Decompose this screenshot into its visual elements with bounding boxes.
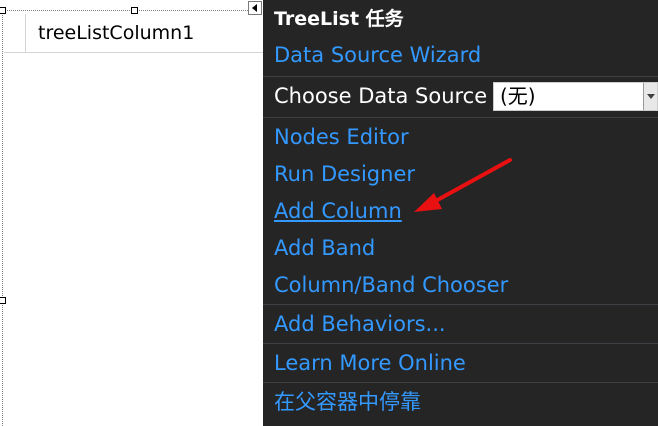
row-dock-in-parent: 在父容器中停靠 [263,382,658,420]
nodes-editor-link[interactable]: Nodes Editor [274,118,409,156]
learn-more-online-link[interactable]: Learn More Online [274,344,466,382]
smart-tag-button[interactable] [248,1,262,15]
row-nodes-editor: Nodes Editor [263,117,658,155]
data-source-select[interactable]: (无) [493,82,658,111]
data-source-wizard-link[interactable]: Data Source Wizard [274,36,481,74]
row-learn-more-online: Learn More Online [263,343,658,381]
row-indicator-header [4,14,26,52]
row-run-designer: Run Designer [263,155,658,193]
run-designer-link[interactable]: Run Designer [274,155,415,193]
row-data-source-wizard: Data Source Wizard [263,36,658,74]
row-add-behaviors: Add Behaviors... [263,304,658,342]
add-column-link[interactable]: Add Column [274,192,402,230]
treelist-designer-surface[interactable]: treeListColumn1 [0,0,266,426]
resize-handle-top-left[interactable] [0,7,6,14]
column-header-treelistcolumn1[interactable]: treeListColumn1 [38,14,194,52]
treelist-column-header-row: treeListColumn1 [4,14,266,53]
column-band-chooser-link[interactable]: Column/Band Chooser [274,266,508,304]
add-behaviors-link[interactable]: Add Behaviors... [274,305,446,343]
dock-in-parent-link[interactable]: 在父容器中停靠 [274,383,421,421]
add-band-link[interactable]: Add Band [274,229,375,267]
panel-title: TreeList 任务 [274,8,404,30]
treelist-tasks-panel: TreeList 任务 Data Source Wizard Choose Da… [263,0,658,426]
resize-handle-middle-left[interactable] [0,297,6,304]
choose-data-source-label: Choose Data Source [274,84,488,108]
row-column-band-chooser: Column/Band Chooser [263,266,658,304]
resize-handle-top-middle[interactable] [131,7,138,14]
row-choose-data-source: Choose Data Source (无) [263,76,658,114]
data-source-select-value: (无) [500,84,536,108]
selection-border-left [2,10,3,426]
row-add-column: Add Column [263,192,658,230]
row-add-band: Add Band [263,229,658,267]
screenshot-stage: treeListColumn1 TreeList 任务 Data Source … [0,0,658,426]
chevron-down-icon[interactable] [643,83,657,110]
smart-tag-arrow-icon [252,4,257,12]
